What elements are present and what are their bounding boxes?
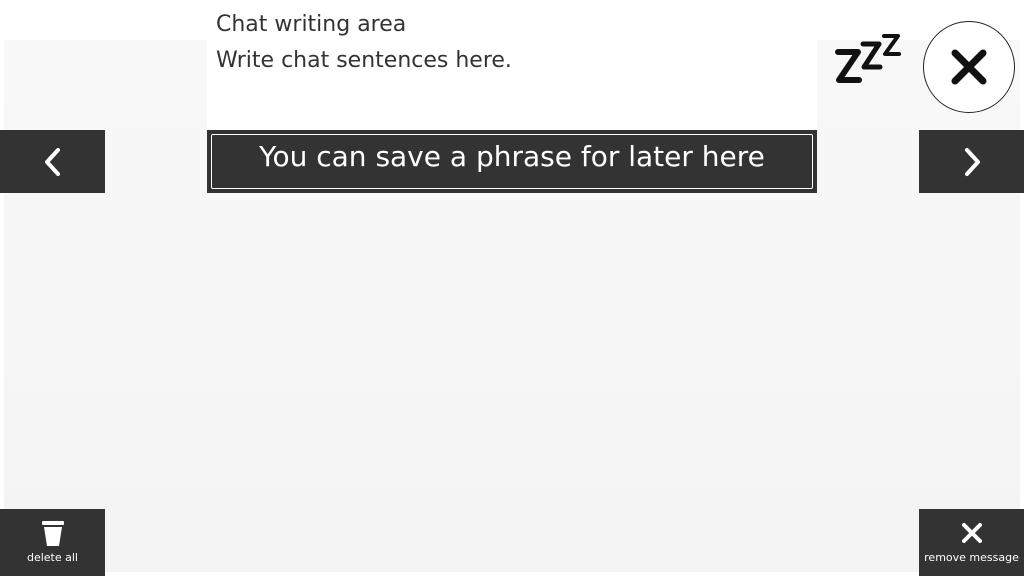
chat-app-screen: Chat writing area Write chat sentences h… (0, 0, 1024, 576)
close-button[interactable] (923, 21, 1015, 113)
remove-message-label: remove message (924, 551, 1019, 564)
saved-phrase-text[interactable]: You can save a phrase for later here (211, 134, 813, 189)
previous-button[interactable] (0, 130, 105, 193)
delete-all-button[interactable]: delete all (0, 509, 105, 576)
writing-area-title: Chat writing area (216, 12, 407, 37)
chevron-right-icon (964, 147, 980, 176)
delete-all-label: delete all (26, 551, 78, 564)
trash-icon (41, 521, 64, 546)
close-icon (961, 523, 982, 543)
sleep-zzz-icon[interactable] (832, 30, 904, 86)
saved-phrase-bar[interactable]: You can save a phrase for later here (207, 130, 817, 193)
chevron-left-icon (44, 147, 60, 176)
close-icon (951, 49, 987, 85)
chat-input-text[interactable]: Write chat sentences here. (216, 48, 512, 73)
remove-message-button[interactable]: remove message (919, 509, 1024, 576)
next-button[interactable] (919, 130, 1024, 193)
